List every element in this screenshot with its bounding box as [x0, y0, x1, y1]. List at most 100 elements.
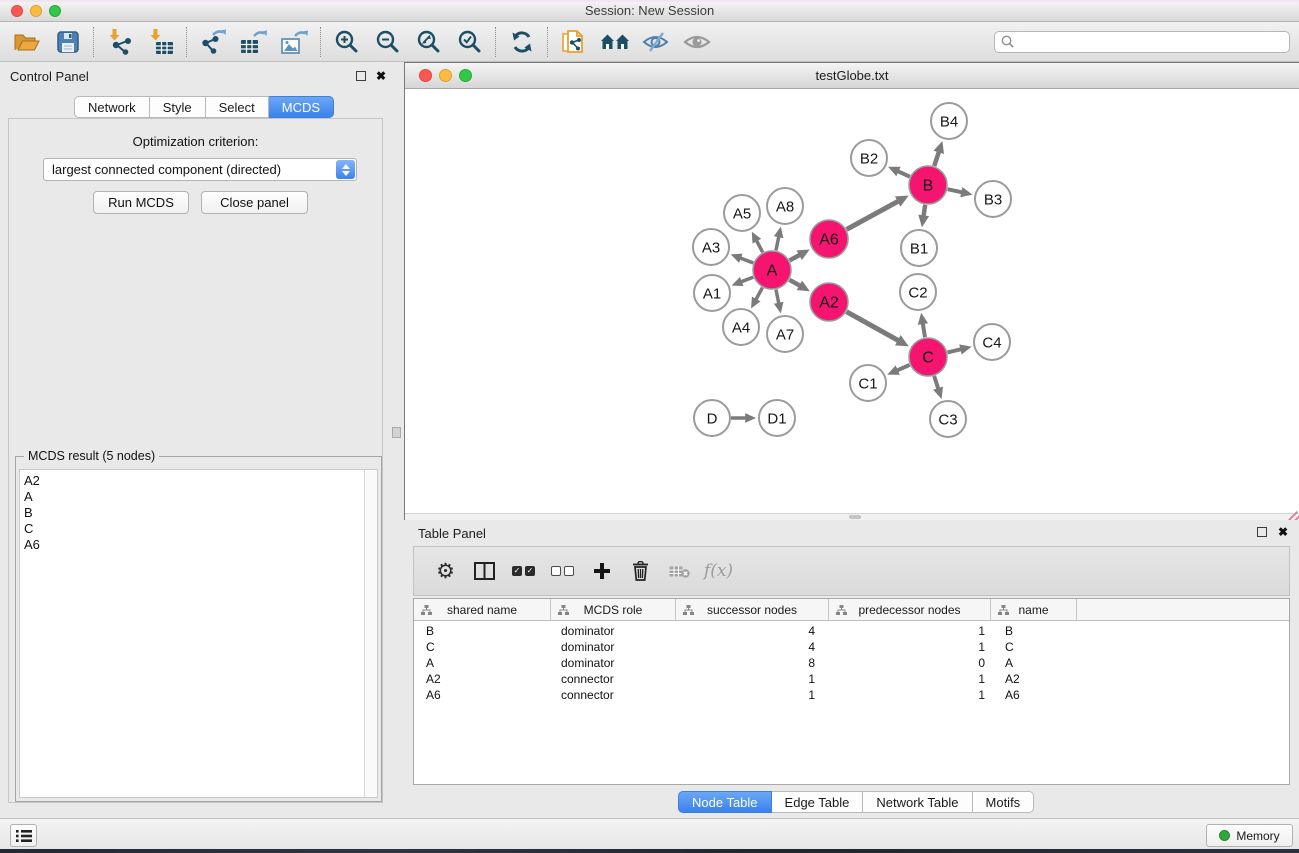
- divider-thumb[interactable]: [392, 427, 401, 438]
- graph-node-C[interactable]: C: [909, 338, 947, 376]
- table-row[interactable]: A6connector11A6: [414, 687, 1289, 703]
- import-table-button[interactable]: [140, 24, 181, 60]
- scrollbar-thumb[interactable]: [849, 515, 861, 519]
- table-cell[interactable]: dominator: [551, 655, 676, 671]
- table-cell[interactable]: connector: [551, 687, 676, 703]
- tab-style[interactable]: Style: [150, 96, 206, 118]
- table-cell[interactable]: A6: [414, 687, 551, 703]
- graph-node-D1[interactable]: D1: [759, 400, 795, 436]
- table-cell[interactable]: 1: [829, 671, 991, 687]
- table-cell[interactable]: 8: [676, 655, 829, 671]
- result-list-item[interactable]: A: [20, 489, 377, 505]
- close-window-button[interactable]: [11, 5, 23, 17]
- graph-node-A6[interactable]: A6: [810, 220, 848, 258]
- column-header-name[interactable]: name: [991, 599, 1077, 621]
- graph-node-A8[interactable]: A8: [767, 188, 803, 224]
- tab-node-table[interactable]: Node Table: [678, 791, 772, 813]
- table-cell[interactable]: 4: [676, 639, 829, 655]
- tab-mcds[interactable]: MCDS: [269, 96, 334, 118]
- unselect-all-columns-button[interactable]: [543, 551, 582, 591]
- close-panel-icon[interactable]: ✖: [376, 69, 386, 83]
- close-network-button[interactable]: [419, 69, 432, 82]
- table-cell[interactable]: 4: [676, 623, 829, 639]
- result-list-item[interactable]: C: [20, 521, 377, 537]
- result-list-item[interactable]: B: [20, 505, 377, 521]
- table-cell[interactable]: 1: [676, 671, 829, 687]
- table-cell[interactable]: dominator: [551, 623, 676, 639]
- save-session-button[interactable]: [47, 24, 88, 60]
- zoom-window-button[interactable]: [49, 5, 61, 17]
- table-cell[interactable]: 1: [829, 639, 991, 655]
- graph-node-C2[interactable]: C2: [900, 274, 936, 310]
- open-session-button[interactable]: [6, 24, 47, 60]
- table-cell[interactable]: A: [414, 655, 551, 671]
- graph-node-A4[interactable]: A4: [723, 309, 759, 345]
- table-cell[interactable]: B: [991, 623, 1077, 639]
- table-cell[interactable]: C: [414, 639, 551, 655]
- criterion-select[interactable]: largest connected component (directed): [43, 158, 357, 181]
- result-list-scrollbar[interactable]: [364, 470, 377, 797]
- zoom-fit-button[interactable]: [408, 24, 449, 60]
- run-mcds-button[interactable]: Run MCDS: [93, 191, 189, 214]
- graph-node-A2[interactable]: A2: [810, 283, 848, 321]
- table-row[interactable]: Bdominator41B: [414, 623, 1289, 639]
- graph-node-B4[interactable]: B4: [931, 103, 967, 139]
- memory-button[interactable]: Memory: [1206, 824, 1293, 847]
- show-selected-button[interactable]: [676, 24, 717, 60]
- home-views-button[interactable]: [594, 24, 635, 60]
- column-header-shared-name[interactable]: shared name: [414, 599, 551, 621]
- network-window-titlebar[interactable]: testGlobe.txt: [405, 63, 1299, 89]
- import-network-button[interactable]: [99, 24, 140, 60]
- result-list-item[interactable]: A2: [20, 473, 377, 489]
- refresh-view-button[interactable]: [501, 24, 542, 60]
- select-all-columns-button[interactable]: ✓✓: [504, 551, 543, 591]
- split-pane-divider[interactable]: [390, 62, 404, 818]
- float-panel-icon[interactable]: [1257, 527, 1267, 537]
- table-cell[interactable]: 1: [829, 687, 991, 703]
- graph-node-B1[interactable]: B1: [901, 230, 937, 266]
- column-header-predecessor-nodes[interactable]: predecessor nodes: [829, 599, 991, 621]
- show-column-panel-button[interactable]: [465, 551, 504, 591]
- delete-column-button[interactable]: [621, 551, 660, 591]
- search-field[interactable]: [994, 31, 1290, 53]
- delete-table-button[interactable]: [660, 551, 699, 591]
- create-column-button[interactable]: [582, 551, 621, 591]
- tab-network-table[interactable]: Network Table: [863, 791, 972, 813]
- new-network-file-button[interactable]: [553, 24, 594, 60]
- minimize-window-button[interactable]: [30, 5, 42, 17]
- graph-node-B[interactable]: B: [909, 166, 947, 204]
- column-header-successor-nodes[interactable]: successor nodes: [676, 599, 829, 621]
- minimize-network-button[interactable]: [439, 69, 452, 82]
- export-network-button[interactable]: [192, 24, 233, 60]
- graph-node-A5[interactable]: A5: [724, 195, 760, 231]
- table-cell[interactable]: dominator: [551, 639, 676, 655]
- graph-node-C3[interactable]: C3: [930, 401, 966, 437]
- tab-network[interactable]: Network: [74, 96, 150, 118]
- graph-node-B3[interactable]: B3: [975, 181, 1011, 217]
- table-row[interactable]: Cdominator41C: [414, 639, 1289, 655]
- table-cell[interactable]: 1: [829, 623, 991, 639]
- close-panel-button[interactable]: Close panel: [201, 191, 308, 214]
- hide-selected-button[interactable]: [635, 24, 676, 60]
- graph-node-A7[interactable]: A7: [767, 316, 803, 352]
- table-cell[interactable]: A2: [991, 671, 1077, 687]
- graph-node-A[interactable]: A: [753, 251, 791, 289]
- export-table-button[interactable]: [233, 24, 274, 60]
- export-image-button[interactable]: [274, 24, 315, 60]
- table-cell[interactable]: C: [991, 639, 1077, 655]
- graph-node-D[interactable]: D: [694, 400, 730, 436]
- graph-node-A1[interactable]: A1: [694, 275, 730, 311]
- column-header-MCDS-role[interactable]: MCDS role: [551, 599, 676, 621]
- close-panel-icon[interactable]: ✖: [1278, 525, 1288, 539]
- table-cell[interactable]: A: [991, 655, 1077, 671]
- graph-node-A3[interactable]: A3: [693, 229, 729, 265]
- zoom-out-button[interactable]: [367, 24, 408, 60]
- table-cell[interactable]: A2: [414, 671, 551, 687]
- zoom-in-button[interactable]: [326, 24, 367, 60]
- table-cell[interactable]: 1: [676, 687, 829, 703]
- tab-motifs[interactable]: Motifs: [973, 791, 1035, 813]
- result-list-item[interactable]: A6: [20, 537, 377, 553]
- table-cell[interactable]: 0: [829, 655, 991, 671]
- network-canvas[interactable]: B4B2BB3A8A5A6A3B1AC2A1A2A4A7C4CC1C3DD1: [405, 89, 1299, 514]
- table-cell[interactable]: connector: [551, 671, 676, 687]
